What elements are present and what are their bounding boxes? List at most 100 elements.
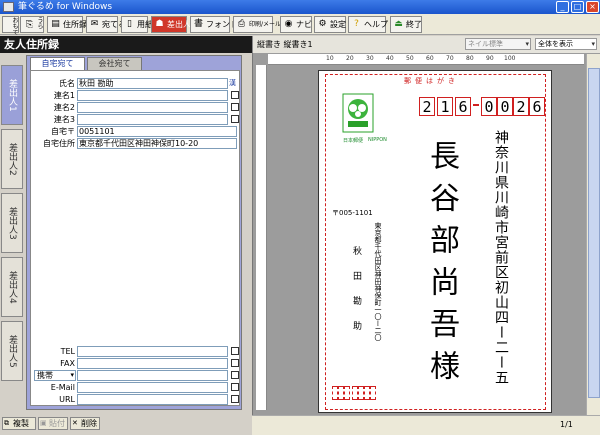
url-checkbox[interactable] bbox=[231, 395, 239, 403]
addressbook-title: 友人住所録 bbox=[0, 36, 252, 53]
form-bottom-bar: ⧉ 複製 ▣ 貼付 ✕ 削除 bbox=[0, 415, 252, 435]
minimize-button[interactable]: _ bbox=[556, 1, 569, 13]
field-joint-name-3: 連名3 bbox=[30, 114, 240, 125]
home-zip-input[interactable]: 0051101 bbox=[77, 126, 237, 137]
duplicate-button[interactable]: ⧉ 複製 bbox=[2, 417, 36, 430]
stamp-label: 日本郵便 bbox=[343, 138, 364, 144]
app-icon bbox=[3, 2, 14, 12]
print-mail-button[interactable]: ⎙ 印刷/メール bbox=[233, 16, 281, 33]
zip-digit: 1 bbox=[437, 97, 453, 116]
url-input[interactable] bbox=[77, 394, 228, 405]
sender-tabs: 差出人1 差出人2 差出人3 差出人4 差出人5 bbox=[0, 55, 24, 410]
font-button[interactable]: 書フォント bbox=[190, 16, 238, 33]
mobile-type-select[interactable]: 携帯 bbox=[34, 370, 76, 381]
main-toolbar: おもて ⎘ うら ▤ 住所録 ✉ 宛てる ▯ 用紙 ☗ 差出人 書フォント ⎙ 印刷/メール… bbox=[0, 14, 600, 35]
tab-home[interactable]: 自宅宛て bbox=[30, 57, 85, 70]
window-titlebar: 筆ぐるめ for Windows _ □ × bbox=[0, 0, 600, 14]
postage-stamp-icon bbox=[342, 93, 374, 133]
close-button[interactable]: × bbox=[586, 1, 599, 13]
field-url: URL bbox=[30, 394, 240, 405]
email-input[interactable] bbox=[77, 382, 228, 393]
home-address-input[interactable]: 東京都千代田区神田神保町10-20 bbox=[77, 138, 237, 149]
field-email: E-Mail bbox=[30, 382, 240, 393]
addressbook-button[interactable]: ▤ 住所録 bbox=[47, 16, 87, 33]
field-home-zip: 自宅〒 0051101 bbox=[30, 126, 240, 137]
mobile-input[interactable] bbox=[77, 370, 228, 381]
paste-icon: ▣ bbox=[40, 419, 47, 427]
sender-tab-2[interactable]: 差出人2 bbox=[1, 129, 23, 189]
mobile-checkbox[interactable] bbox=[231, 371, 239, 379]
zip-digit: 0 bbox=[481, 97, 497, 116]
name-input[interactable]: 秋田 勘助 bbox=[77, 78, 228, 89]
help-icon: ? bbox=[354, 19, 359, 29]
field-mobile: 携帯 bbox=[30, 370, 240, 381]
paper-button[interactable]: ▯ 用紙 bbox=[121, 16, 153, 33]
sender-zip-boxes bbox=[332, 386, 377, 400]
ruler-left bbox=[256, 65, 267, 410]
zip-digit: 0 bbox=[497, 97, 513, 116]
exit-icon: ⏏ bbox=[394, 19, 403, 29]
ruler-top: 10 20 30 40 50 60 70 80 90 100 bbox=[268, 54, 584, 65]
scroll-thumb[interactable] bbox=[588, 68, 600, 398]
delete-icon: ✕ bbox=[72, 419, 78, 427]
joint-name-1-checkbox[interactable] bbox=[231, 91, 239, 99]
help-button[interactable]: ? ヘルプ bbox=[348, 16, 388, 33]
address-icon: ✉ bbox=[90, 19, 99, 29]
sender-button[interactable]: ☗ 差出人 bbox=[151, 16, 191, 33]
email-checkbox[interactable] bbox=[231, 383, 239, 391]
view-select[interactable]: 全体を表示 bbox=[535, 38, 597, 50]
tab-company[interactable]: 会社宛て bbox=[87, 57, 142, 70]
addressbook-icon: ▤ bbox=[51, 19, 60, 29]
exit-button[interactable]: ⏏ 終了 bbox=[390, 16, 422, 33]
vertical-scrollbar[interactable] bbox=[586, 54, 600, 415]
navi-icon: ◉ bbox=[284, 19, 293, 29]
joint-name-1-input[interactable] bbox=[77, 90, 228, 101]
sender-zip[interactable]: 〒005-1101 bbox=[332, 208, 373, 218]
settings-icon: ⚙ bbox=[318, 19, 327, 29]
joint-name-2-input[interactable] bbox=[77, 102, 228, 113]
navi-button[interactable]: ◉ ナビ bbox=[280, 16, 312, 33]
sender-name[interactable]: 秋田勘助 bbox=[350, 246, 362, 366]
zip-digit: 2 bbox=[419, 97, 435, 116]
sender-tab-1[interactable]: 差出人1 bbox=[1, 65, 23, 125]
sender-tab-3[interactable]: 差出人3 bbox=[1, 193, 23, 253]
joint-name-3-input[interactable] bbox=[77, 114, 228, 125]
field-tel: TEL bbox=[30, 346, 240, 357]
field-joint-name-2: 連名2 bbox=[30, 102, 240, 113]
recipient-name[interactable]: 長谷部尚吾様 bbox=[421, 140, 461, 392]
recipient-address[interactable]: 神奈川県川崎市宮前区初山四ー二ー五 bbox=[492, 130, 510, 385]
tel-input[interactable] bbox=[77, 346, 228, 357]
joint-name-3-checkbox[interactable] bbox=[231, 115, 239, 123]
field-joint-name-1: 連名1 bbox=[30, 90, 240, 101]
back-icon: ⎘ bbox=[24, 20, 34, 29]
font-select[interactable]: ネイル標準 bbox=[465, 38, 531, 50]
settings-button[interactable]: ⚙ 設定 bbox=[314, 16, 346, 33]
sender-tab-5[interactable]: 差出人5 bbox=[1, 321, 23, 381]
field-home-address: 自宅住所 東京都千代田区神田神保町10-20 bbox=[30, 138, 240, 149]
sender-icon: ☗ bbox=[155, 19, 164, 29]
paste-button[interactable]: ▣ 貼付 bbox=[38, 417, 68, 430]
address-button[interactable]: ✉ 宛てる bbox=[86, 16, 126, 33]
delete-button[interactable]: ✕ 削除 bbox=[70, 417, 100, 430]
print-icon: ⎙ bbox=[237, 19, 246, 29]
joint-name-2-checkbox[interactable] bbox=[231, 103, 239, 111]
zip-separator bbox=[473, 104, 479, 106]
status-bar bbox=[252, 415, 600, 435]
back-button[interactable]: ⎘ うら bbox=[20, 16, 44, 33]
kanji-badge[interactable]: 漢 bbox=[229, 78, 239, 89]
field-name: 氏名 秋田 勘助 漢 bbox=[30, 78, 240, 89]
sender-address[interactable]: 東京都千代田区神田神保町一〇ー二〇 bbox=[373, 222, 383, 382]
layout-name: 縦書き 縦書き1 bbox=[257, 40, 313, 49]
tel-checkbox[interactable] bbox=[231, 347, 239, 355]
font-icon: 書 bbox=[193, 19, 203, 29]
fax-input[interactable] bbox=[77, 358, 228, 369]
zip-digit: 6 bbox=[529, 97, 545, 116]
fax-checkbox[interactable] bbox=[231, 359, 239, 367]
front-button[interactable]: おもて bbox=[2, 16, 19, 35]
stamp-label-en: NIPPON bbox=[368, 137, 387, 143]
zip-digit: 6 bbox=[455, 97, 471, 116]
layout-header: 縦書き 縦書き1 ネイル標準 全体を表示 bbox=[252, 36, 600, 53]
maximize-button[interactable]: □ bbox=[571, 1, 584, 13]
page-indicator: 1/1 bbox=[560, 420, 573, 429]
sender-tab-4[interactable]: 差出人4 bbox=[1, 257, 23, 317]
